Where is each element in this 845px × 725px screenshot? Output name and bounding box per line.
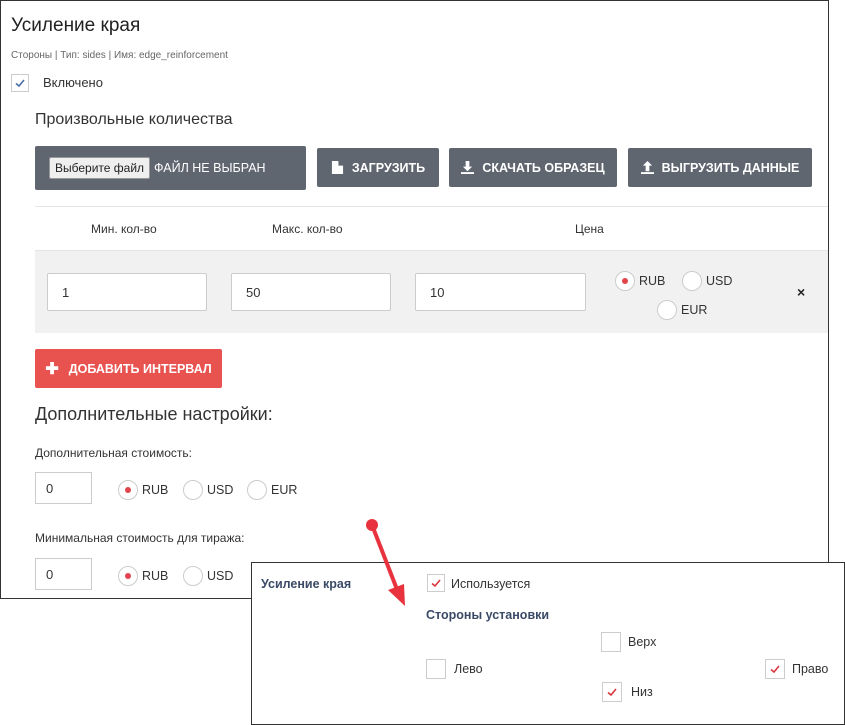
- row-currency-rub-label: RUB: [639, 274, 666, 288]
- check-icon: [607, 688, 617, 697]
- enabled-checkbox[interactable]: [11, 74, 29, 92]
- min-cost-rub-label: RUB: [142, 569, 169, 583]
- min-cost-usd-label: USD: [207, 569, 234, 583]
- upload-icon: [640, 161, 654, 174]
- extra-cost-rub-label: RUB: [142, 483, 169, 497]
- side-left-checkbox[interactable]: [426, 659, 446, 679]
- extra-cost-eur-radio[interactable]: [247, 480, 267, 500]
- additional-settings-title: Дополнительные настройки:: [35, 404, 273, 424]
- download-sample-label: СКАЧАТЬ ОБРАЗЕЦ: [482, 160, 605, 175]
- panel-meta: Стороны | Тип: sides | Имя: edge_reinfor…: [11, 50, 228, 61]
- check-icon: [15, 79, 25, 88]
- row-currency-rub-radio[interactable]: [615, 271, 635, 291]
- row-currency-eur-label: EUR: [681, 303, 708, 317]
- choose-file-button[interactable]: Выберите файл: [49, 157, 151, 179]
- extra-cost-rub-radio[interactable]: [118, 480, 138, 500]
- side-left-label: Лево: [454, 662, 483, 676]
- plus-icon: ✚: [45, 360, 59, 378]
- price-input[interactable]: 10: [415, 273, 586, 311]
- header-price: Цена: [575, 222, 604, 236]
- row-currency-eur-radio[interactable]: [657, 300, 677, 320]
- header-min-qty: Мин. кол-во: [91, 222, 157, 236]
- upload-button[interactable]: ЗАГРУЗИТЬ: [317, 148, 439, 187]
- popup-option-name: Усиление края: [261, 577, 352, 591]
- extra-cost-usd-radio[interactable]: [183, 480, 203, 500]
- add-interval-label: ДОБАВИТЬ ИНТЕРВАЛ: [68, 361, 212, 376]
- side-bottom-checkbox[interactable]: [602, 682, 622, 702]
- file-icon: [331, 161, 343, 174]
- file-status: ФАЙЛ НЕ ВЫБРАН: [154, 161, 266, 175]
- file-input[interactable]: Выберите файл ФАЙЛ НЕ ВЫБРАН: [35, 146, 306, 190]
- extra-cost-input[interactable]: 0: [35, 472, 92, 504]
- add-interval-button[interactable]: ✚ ДОБАВИТЬ ИНТЕРВАЛ: [35, 349, 222, 388]
- side-top-label: Верх: [628, 635, 657, 649]
- check-icon: [770, 665, 780, 674]
- remove-row-button[interactable]: ×: [797, 284, 805, 300]
- min-cost-input[interactable]: 0: [35, 558, 92, 590]
- side-top-checkbox[interactable]: [601, 632, 621, 652]
- extra-cost-usd-label: USD: [207, 483, 234, 497]
- edge-reinforcement-panel: Усиление края Стороны | Тип: sides | Имя…: [0, 0, 829, 599]
- download-sample-button[interactable]: СКАЧАТЬ ОБРАЗЕЦ: [449, 148, 617, 187]
- side-right-checkbox[interactable]: [765, 659, 785, 679]
- download-icon: [461, 161, 475, 174]
- enabled-label: Включено: [43, 75, 103, 90]
- edge-reinforcement-popup: Усиление края Используется Стороны устан…: [251, 562, 845, 725]
- custom-quantities-title: Произвольные количества: [35, 111, 233, 128]
- export-data-label: ВЫГРУЗИТЬ ДАННЫЕ: [661, 160, 800, 175]
- row-currency-usd-radio[interactable]: [682, 271, 702, 291]
- used-label: Используется: [451, 577, 531, 591]
- header-max-qty: Макс. кол-во: [272, 222, 343, 236]
- used-checkbox[interactable]: [427, 574, 445, 592]
- panel-title: Усиление края: [11, 15, 141, 36]
- max-qty-input[interactable]: 50: [231, 273, 391, 311]
- min-qty-input[interactable]: 1: [47, 273, 207, 311]
- export-data-button[interactable]: ВЫГРУЗИТЬ ДАННЫЕ: [628, 148, 812, 187]
- row-currency-usd-label: USD: [706, 274, 733, 288]
- min-cost-rub-radio[interactable]: [118, 566, 138, 586]
- extra-cost-label: Дополнительная стоимость:: [35, 446, 192, 460]
- side-right-label: Право: [792, 662, 829, 676]
- min-cost-label: Минимальная стоимость для тиража:: [35, 531, 245, 545]
- side-bottom-label: Низ: [631, 685, 653, 699]
- upload-button-label: ЗАГРУЗИТЬ: [351, 160, 426, 175]
- extra-cost-eur-label: EUR: [271, 483, 298, 497]
- check-icon: [431, 579, 441, 588]
- sides-title: Стороны установки: [426, 608, 550, 622]
- min-cost-usd-radio[interactable]: [183, 566, 203, 586]
- table-top-border: [35, 206, 828, 207]
